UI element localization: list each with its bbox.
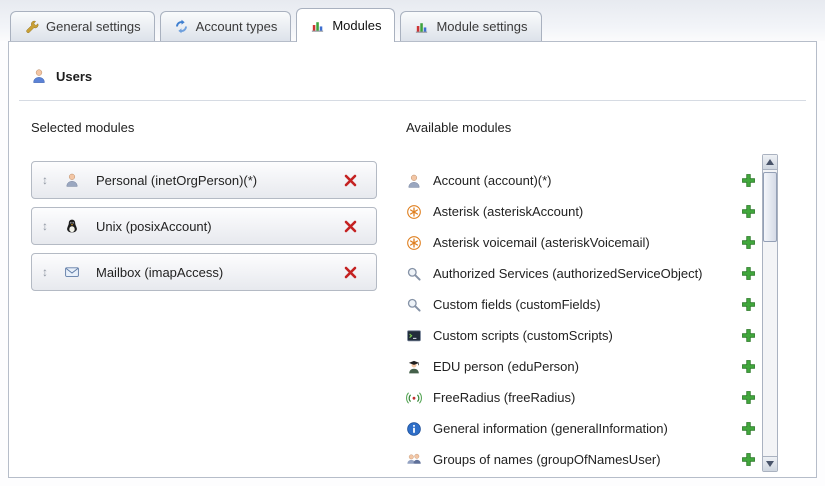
selected-module-row: Personal (inetOrgPerson)(*) (31, 161, 377, 199)
person-icon (64, 172, 80, 188)
scroll-down-icon[interactable] (763, 456, 777, 471)
available-module-label: Custom scripts (customScripts) (433, 328, 613, 343)
available-module-row: Custom scripts (customScripts) (406, 320, 758, 351)
tab-bar: General settings Account types Modules M… (0, 0, 825, 41)
add-module-button[interactable] (741, 266, 756, 281)
available-module-row: Asterisk voicemail (asteriskVoicemail) (406, 227, 758, 258)
mail-icon (64, 264, 80, 280)
page-title: Users (56, 69, 92, 84)
tab-label: Modules (332, 18, 381, 33)
available-modules-column: Available modules Account (account)(*) A… (406, 120, 758, 475)
delete-x-icon (343, 265, 358, 280)
available-module-label: General information (generalInformation) (433, 421, 668, 436)
selected-modules-heading: Selected modules (31, 120, 377, 135)
available-module-label: EDU person (eduPerson) (433, 359, 579, 374)
content-panel: Users Selected modules Personal (inetOrg… (8, 41, 817, 478)
selected-module-label: Personal (inetOrgPerson)(*) (96, 173, 257, 188)
asterisk-icon (406, 235, 422, 251)
add-module-button[interactable] (741, 359, 756, 374)
selected-module-row: Mailbox (imapAccess) (31, 253, 377, 291)
add-module-button[interactable] (741, 421, 756, 436)
magnifier-icon (406, 266, 422, 282)
graduate-icon (406, 359, 422, 375)
selected-module-row: Unix (posixAccount) (31, 207, 377, 245)
available-module-label: FreeRadius (freeRadius) (433, 390, 575, 405)
add-module-button[interactable] (741, 235, 756, 250)
scroll-up-icon[interactable] (763, 155, 777, 170)
available-module-label: Custom fields (customFields) (433, 297, 601, 312)
plus-icon (741, 359, 756, 374)
remove-module-button[interactable] (343, 265, 358, 280)
delete-x-icon (343, 219, 358, 234)
user-icon (31, 68, 47, 84)
available-modules-list: Account (account)(*) Asterisk (asteriskA… (406, 165, 758, 475)
selected-module-label: Mailbox (imapAccess) (96, 265, 223, 280)
add-module-button[interactable] (741, 452, 756, 467)
available-module-row: FreeRadius (freeRadius) (406, 382, 758, 413)
plus-icon (741, 297, 756, 312)
selected-modules-column: Selected modules Personal (inetOrgPerson… (31, 120, 377, 291)
available-modules-heading: Available modules (406, 120, 758, 135)
drag-handle-icon[interactable] (38, 173, 52, 187)
add-module-button[interactable] (741, 204, 756, 219)
plus-icon (741, 235, 756, 250)
delete-x-icon (343, 173, 358, 188)
plus-icon (741, 452, 756, 467)
available-module-label: Asterisk (asteriskAccount) (433, 204, 583, 219)
available-module-row: Groups of names (groupOfNamesUser) (406, 444, 758, 475)
scrollbar-thumb[interactable] (763, 172, 777, 242)
magnifier-icon (406, 297, 422, 313)
available-module-row: EDU person (eduPerson) (406, 351, 758, 382)
available-modules-scrollbar[interactable] (762, 154, 778, 472)
tab-modules[interactable]: Modules (296, 8, 395, 42)
antenna-icon (406, 390, 422, 406)
plus-icon (741, 266, 756, 281)
drag-handle-icon[interactable] (38, 265, 52, 279)
tab-general-settings[interactable]: General settings (10, 11, 155, 41)
plus-icon (741, 204, 756, 219)
info-icon (406, 421, 422, 437)
section-header: Users (31, 68, 92, 84)
available-module-row: Authorized Services (authorizedServiceOb… (406, 258, 758, 289)
tab-label: Account types (196, 19, 278, 34)
asterisk-icon (406, 204, 422, 220)
person-icon (406, 173, 422, 189)
plus-icon (741, 173, 756, 188)
available-module-row: Asterisk (asteriskAccount) (406, 196, 758, 227)
available-module-label: Groups of names (groupOfNamesUser) (433, 452, 661, 467)
terminal-icon (406, 328, 422, 344)
drag-handle-icon[interactable] (38, 219, 52, 233)
tab-label: Module settings (436, 19, 527, 34)
wrench-icon (24, 19, 39, 34)
bar-chart-icon (414, 19, 429, 34)
tab-module-settings[interactable]: Module settings (400, 11, 541, 41)
tux-icon (64, 218, 80, 234)
available-module-row: Account (account)(*) (406, 165, 758, 196)
add-module-button[interactable] (741, 390, 756, 405)
selected-modules-list: Personal (inetOrgPerson)(*) Unix (posixA… (31, 161, 377, 291)
remove-module-button[interactable] (343, 173, 358, 188)
tab-account-types[interactable]: Account types (160, 11, 292, 41)
available-module-label: Asterisk voicemail (asteriskVoicemail) (433, 235, 650, 250)
plus-icon (741, 421, 756, 436)
add-module-button[interactable] (741, 173, 756, 188)
remove-module-button[interactable] (343, 219, 358, 234)
group-icon (406, 452, 422, 468)
tab-label: General settings (46, 19, 141, 34)
available-module-row: Custom fields (customFields) (406, 289, 758, 320)
add-module-button[interactable] (741, 328, 756, 343)
plus-icon (741, 390, 756, 405)
plus-icon (741, 328, 756, 343)
bar-chart-icon (310, 18, 325, 33)
section-divider (19, 100, 806, 101)
available-module-row: General information (generalInformation) (406, 413, 758, 444)
add-module-button[interactable] (741, 297, 756, 312)
refresh-icon (174, 19, 189, 34)
available-module-label: Account (account)(*) (433, 173, 552, 188)
selected-module-label: Unix (posixAccount) (96, 219, 212, 234)
available-module-label: Authorized Services (authorizedServiceOb… (433, 266, 703, 281)
